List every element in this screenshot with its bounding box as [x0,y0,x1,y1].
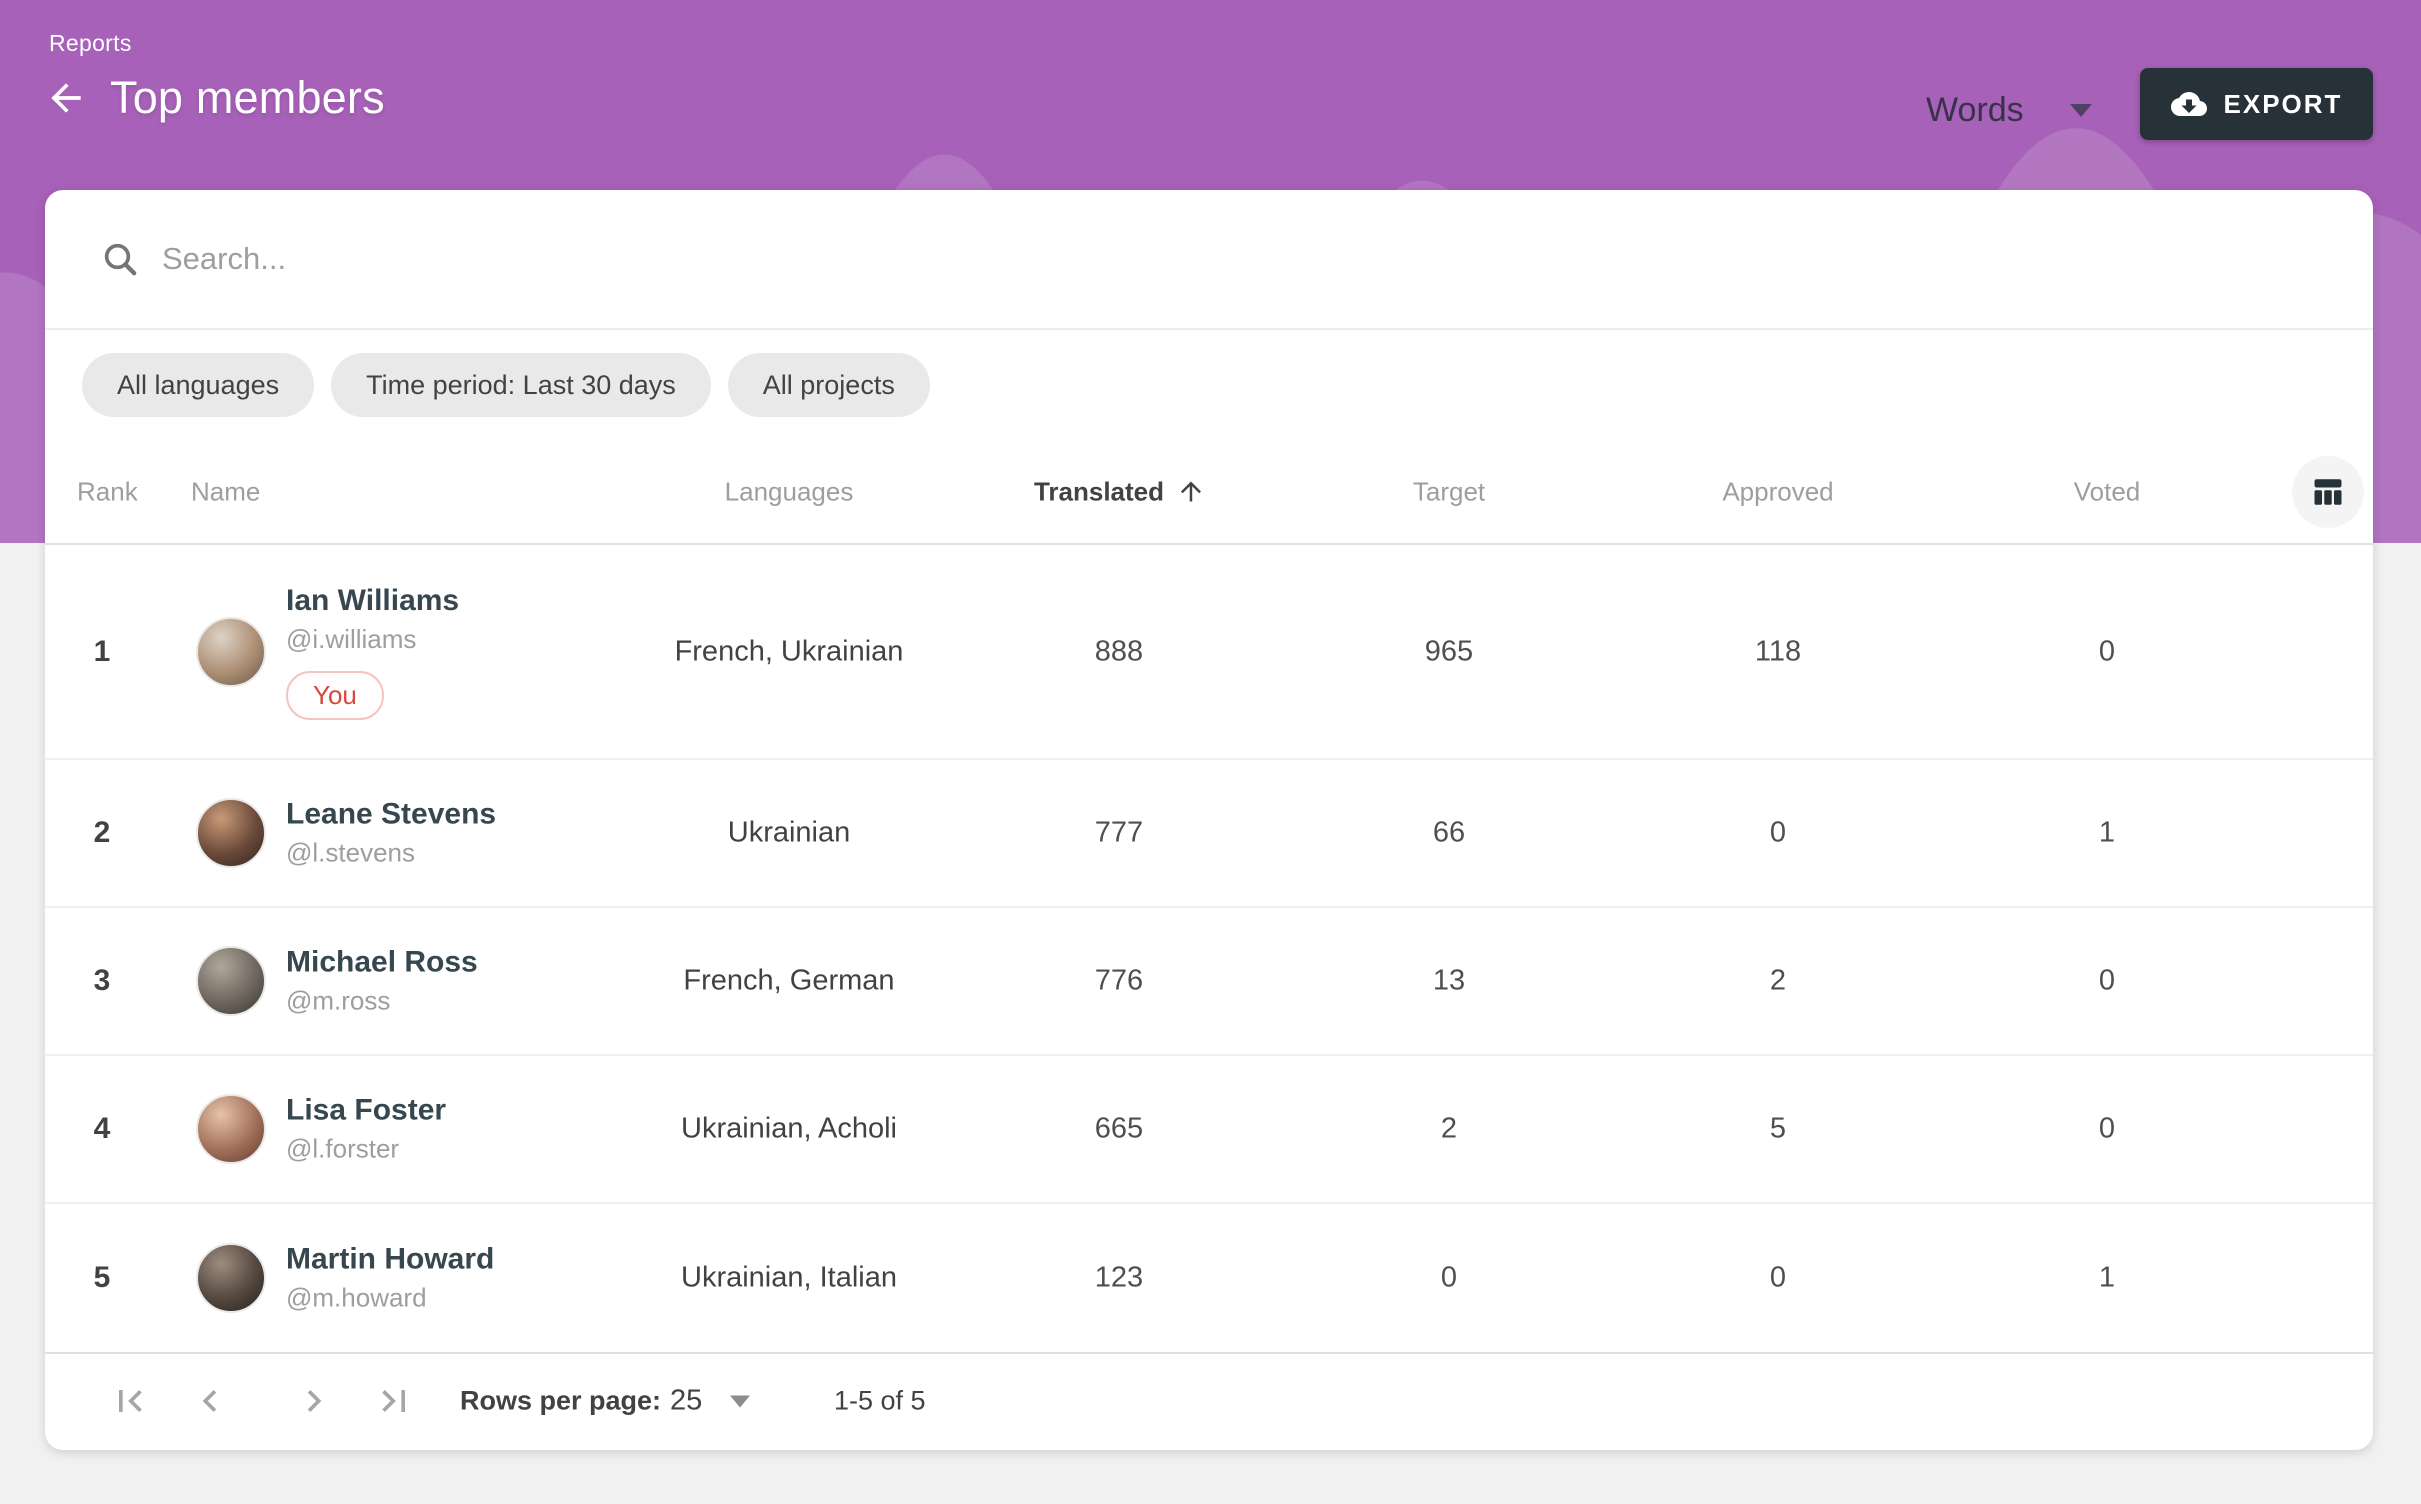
chevron-down-icon [2070,104,2092,117]
search-bar [45,190,2373,330]
avatar [196,1094,266,1164]
column-header-target[interactable]: Target [1413,476,1485,507]
sort-ascending-icon [1176,477,1206,507]
member-handle: @m.howard [286,1283,494,1314]
target-cell: 0 [1441,1262,1457,1295]
voted-cell: 0 [2099,965,2115,998]
next-page-icon[interactable] [290,1377,338,1425]
filter-chip-time-period[interactable]: Time period: Last 30 days [331,353,711,417]
member-name-link[interactable]: Leane Stevens [286,798,496,832]
target-cell: 13 [1433,965,1465,998]
approved-cell: 118 [1755,635,1801,668]
approved-cell: 0 [1770,817,1786,850]
column-header-rank[interactable]: Rank [77,476,138,507]
first-page-icon[interactable] [106,1377,154,1425]
you-badge: You [286,671,384,720]
approved-cell: 5 [1770,1113,1786,1146]
column-header-approved[interactable]: Approved [1722,476,1833,507]
avatar [196,798,266,868]
cloud-download-icon [2171,86,2207,122]
languages-cell: Ukrainian, Italian [681,1262,897,1295]
filter-chips-row: All languages Time period: Last 30 days … [45,330,2373,440]
member-handle: @l.stevens [286,838,496,869]
target-cell: 66 [1433,817,1465,850]
table-row: 2 Leane Stevens @l.stevens Ukrainian 777… [45,760,2373,908]
member-handle: @i.williams [286,624,459,655]
member-info: Martin Howard @m.howard [286,1243,494,1314]
table-columns-icon [2310,474,2346,510]
rows-per-page-select[interactable]: 25 [670,1385,750,1418]
translated-cell: 123 [1095,1262,1143,1295]
member-name-link[interactable]: Michael Ross [286,946,478,980]
column-header-languages[interactable]: Languages [725,476,854,507]
column-header-voted[interactable]: Voted [2074,476,2141,507]
last-page-icon[interactable] [370,1377,418,1425]
avatar [196,617,266,687]
languages-cell: Ukrainian [728,817,851,850]
breadcrumb-reports[interactable]: Reports [49,30,132,57]
member-info: Michael Ross @m.ross [286,946,478,1017]
configure-columns-button[interactable] [2292,456,2364,528]
table-row: 5 Martin Howard @m.howard Ukrainian, Ita… [45,1204,2373,1352]
pagination-range: 1-5 of 5 [834,1386,926,1417]
voted-cell: 0 [2099,635,2115,668]
member-info: Lisa Foster @l.forster [286,1094,446,1165]
member-info: Ian Williams @i.williams You [286,584,459,720]
title-row: Top members [42,72,385,124]
report-unit-select[interactable]: Words [1926,84,2092,136]
avatar [196,946,266,1016]
page-title: Top members [110,72,385,124]
member-handle: @l.forster [286,1134,446,1165]
voted-cell: 1 [2099,1262,2115,1295]
member-info: Leane Stevens @l.stevens [286,798,496,869]
rank-cell: 3 [94,964,111,998]
voted-cell: 0 [2099,1113,2115,1146]
member-handle: @m.ross [286,986,478,1017]
member-name-link[interactable]: Lisa Foster [286,1094,446,1128]
languages-cell: French, Ukrainian [675,635,904,668]
translated-cell: 776 [1095,965,1143,998]
table-row: 4 Lisa Foster @l.forster Ukrainian, Acho… [45,1056,2373,1204]
back-arrow-icon[interactable] [42,74,90,122]
rank-cell: 2 [94,816,111,850]
voted-cell: 1 [2099,817,2115,850]
rank-cell: 4 [94,1112,111,1146]
member-name-link[interactable]: Ian Williams [286,584,459,618]
previous-page-icon[interactable] [186,1377,234,1425]
column-header-translated[interactable]: Translated [1034,476,1206,507]
export-button-label: EXPORT [2224,89,2343,120]
top-members-report-page: Reports Top members Words EXPORT [0,0,2421,1504]
pagination-bar: Rows per page: 25 1-5 of 5 [45,1352,2373,1448]
languages-cell: French, German [683,965,894,998]
table-header-row: Rank Name Languages Translated Target Ap… [45,440,2373,545]
table-row: 1 Ian Williams @i.williams You French, U… [45,545,2373,760]
rank-cell: 5 [94,1261,111,1295]
column-header-translated-label: Translated [1034,476,1164,507]
languages-cell: Ukrainian, Acholi [681,1113,897,1146]
table-row: 3 Michael Ross @m.ross French, German 77… [45,908,2373,1056]
avatar [196,1243,266,1313]
filter-chip-projects[interactable]: All projects [728,353,930,417]
caret-down-icon [730,1395,750,1407]
member-name-link[interactable]: Martin Howard [286,1243,494,1277]
translated-cell: 888 [1095,635,1143,668]
column-header-name[interactable]: Name [191,476,260,507]
target-cell: 2 [1441,1113,1457,1146]
translated-cell: 665 [1095,1113,1143,1146]
rows-per-page-label: Rows per page: [460,1386,661,1417]
rank-cell: 1 [94,635,111,669]
rows-per-page-value: 25 [670,1385,702,1418]
translated-cell: 777 [1095,817,1143,850]
target-cell: 965 [1425,635,1473,668]
filter-chip-languages[interactable]: All languages [82,353,314,417]
report-card: All languages Time period: Last 30 days … [45,190,2373,1450]
search-input[interactable] [162,241,2318,277]
approved-cell: 0 [1770,1262,1786,1295]
report-unit-value: Words [1926,91,2024,130]
approved-cell: 2 [1770,965,1786,998]
export-button[interactable]: EXPORT [2140,68,2373,140]
search-icon [100,239,140,279]
